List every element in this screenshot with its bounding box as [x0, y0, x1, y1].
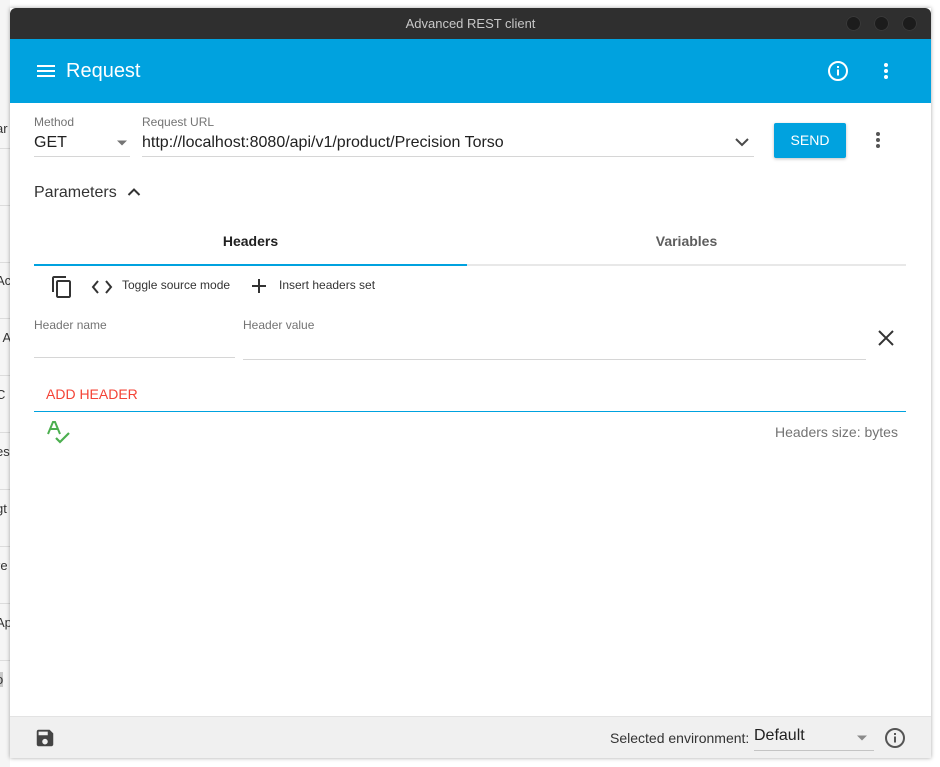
url-underline	[142, 156, 754, 157]
minimize-button[interactable]	[846, 16, 861, 31]
window-controls	[846, 16, 917, 31]
background-text-fragment: es	[0, 444, 10, 459]
window-title: Advanced REST client	[405, 16, 536, 31]
environment-select[interactable]: Default	[754, 727, 805, 745]
environment-underline	[754, 750, 874, 751]
header-name-field[interactable]: Header name	[34, 318, 107, 332]
window-titlebar[interactable]: Advanced REST client	[10, 8, 931, 39]
chevron-up-icon[interactable]	[127, 187, 141, 197]
info-icon[interactable]	[826, 59, 850, 83]
url-history-chevron-icon[interactable]	[734, 136, 750, 148]
spellcheck-icon[interactable]	[46, 420, 72, 446]
background-text-fragment: C	[0, 387, 6, 402]
url-input[interactable]: http://localhost:8080/api/v1/product/Pre…	[142, 134, 504, 152]
hamburger-menu-icon[interactable]	[34, 59, 58, 83]
tab-divider	[467, 264, 906, 266]
method-label: Method	[34, 115, 75, 129]
environment-dropdown-icon[interactable]	[856, 734, 868, 742]
more-vert-icon[interactable]	[874, 59, 898, 83]
add-icon[interactable]	[249, 276, 269, 296]
app-toolbar: Request	[10, 39, 931, 103]
maximize-button[interactable]	[874, 16, 889, 31]
environment-info-icon[interactable]	[883, 726, 907, 750]
url-label: Request URL	[142, 115, 215, 129]
tab-headers[interactable]: Headers	[34, 233, 467, 249]
background-text-fragment: Ac	[0, 273, 10, 288]
parameters-toggle[interactable]: Parameters	[34, 184, 117, 202]
method-underline	[34, 156, 130, 157]
footer-bar: Selected environment: Default	[10, 716, 931, 758]
background-text-fragment: gt	[0, 501, 7, 516]
request-more-vert-icon[interactable]	[866, 128, 890, 152]
method-select[interactable]: GET	[34, 134, 67, 152]
close-window-button[interactable]	[902, 16, 917, 31]
header-name-underline	[34, 357, 235, 358]
tab-variables[interactable]: Variables	[467, 233, 906, 249]
tab-active-indicator	[34, 264, 467, 266]
editor-divider	[34, 411, 906, 412]
header-value-underline	[243, 359, 866, 360]
method-dropdown-icon[interactable]	[116, 139, 128, 147]
headers-size-text: Headers size: bytes	[775, 424, 898, 440]
header-value-field[interactable]: Header value	[243, 318, 314, 332]
background-text-fragment: ar	[0, 121, 8, 136]
background-text-fragment: o	[0, 672, 4, 687]
toggle-source-mode-button[interactable]: Toggle source mode	[122, 278, 230, 292]
code-icon[interactable]	[90, 276, 114, 298]
background-text-fragment: t A	[0, 330, 10, 345]
insert-headers-set-button[interactable]: Insert headers set	[279, 278, 375, 292]
background-window-strip: ar Ac t A C es gt re Ap o	[0, 0, 10, 767]
close-icon[interactable]	[876, 328, 896, 348]
copy-icon[interactable]	[50, 275, 74, 299]
save-icon[interactable]	[34, 727, 56, 749]
add-header-button[interactable]: ADD HEADER	[46, 386, 138, 402]
environment-label: Selected environment:	[610, 730, 750, 746]
page-title: Request	[66, 60, 141, 82]
send-button[interactable]: SEND	[774, 123, 846, 158]
background-text-fragment: Ap	[0, 615, 10, 630]
app-window: Advanced REST client Request Method GET …	[10, 8, 931, 758]
background-text-fragment: re	[0, 558, 8, 573]
